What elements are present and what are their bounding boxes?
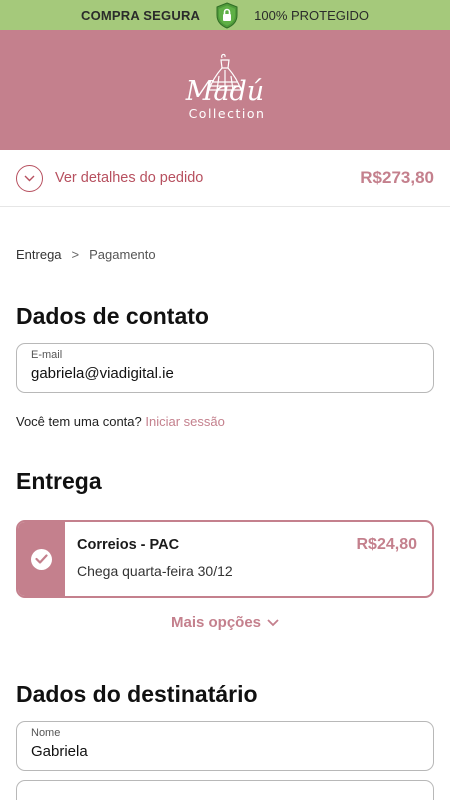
next-field[interactable] [16, 780, 434, 800]
name-label: Nome [31, 727, 61, 739]
name-field[interactable]: Nome Gabriela [16, 721, 434, 771]
logo-script: Madú [185, 76, 264, 107]
account-prompt: Você tem uma conta? Iniciar sessão [16, 414, 434, 429]
selected-check-area [18, 522, 65, 596]
breadcrumb: Entrega > Pagamento [16, 247, 434, 262]
login-link[interactable]: Iniciar sessão [145, 414, 224, 429]
shield-lock-icon [214, 1, 240, 29]
chevron-down-icon [267, 618, 279, 626]
order-total: R$273,80 [360, 168, 434, 187]
delivery-heading: Entrega [16, 468, 102, 494]
store-header: Madú Collection [0, 30, 450, 150]
account-question: Você tem uma conta? [16, 414, 142, 429]
name-value[interactable]: Gabriela [31, 743, 419, 760]
email-label: E-mail [31, 349, 63, 361]
contact-heading: Dados de contato [16, 303, 209, 329]
shipping-option-eta: Chega quarta-feira 30/12 [77, 563, 233, 579]
shipping-option-price: R$24,80 [356, 536, 418, 553]
email-value[interactable]: gabriela@viadigital.ie [31, 365, 419, 382]
breadcrumb-payment[interactable]: Pagamento [89, 247, 156, 262]
more-options-label: Mais opções [170, 614, 262, 631]
email-field[interactable]: E-mail gabriela@viadigital.ie [16, 343, 434, 393]
madu-collection-logo[interactable]: Madú Collection [165, 50, 285, 130]
shipping-option-selected[interactable]: Correios - PAC Chega quarta-feira 30/12 … [16, 520, 434, 598]
view-order-details-label: Ver detalhes do pedido [55, 170, 204, 186]
check-icon [31, 548, 52, 570]
order-summary-toggle[interactable]: Ver detalhes do pedido R$273,80 [0, 150, 450, 207]
protected-text: 100% PROTEGIDO [254, 7, 369, 23]
secure-purchase-text: COMPRA SEGURA [81, 7, 201, 23]
breadcrumb-separator: > [71, 247, 80, 262]
chevron-down-icon [16, 164, 43, 192]
recipient-heading: Dados do destinatário [16, 681, 258, 707]
more-options-button[interactable]: Mais opções [16, 614, 434, 631]
security-banner: COMPRA SEGURA 100% PROTEGIDO [0, 0, 450, 30]
logo-subtitle: Collection [189, 106, 266, 121]
breadcrumb-delivery[interactable]: Entrega [16, 247, 62, 262]
